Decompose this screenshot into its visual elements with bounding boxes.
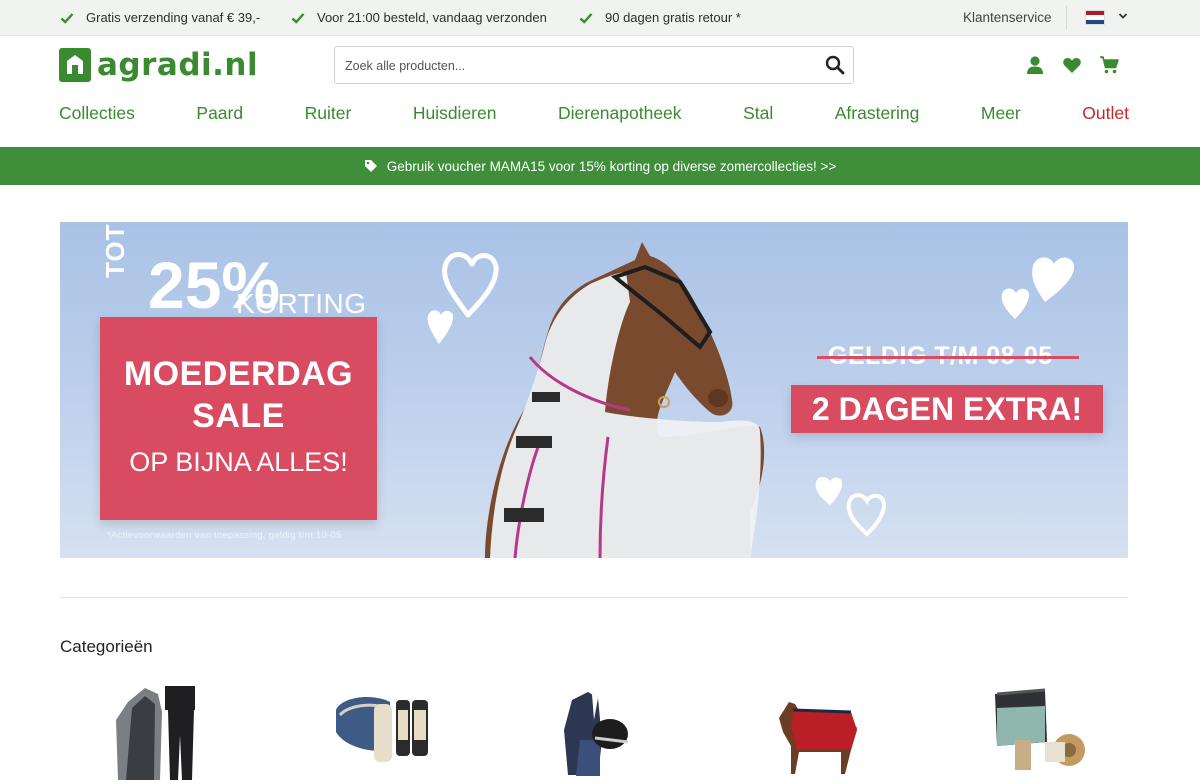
account-icon[interactable] — [1025, 55, 1045, 75]
sale-title-line2: SALE — [192, 397, 285, 435]
hero-tot: TOT — [100, 223, 130, 278]
sale-box: MOEDERDAG SALE OP BIJNA ALLES! — [100, 317, 377, 520]
usp-label: Voor 21:00 besteld, vandaag verzonden — [317, 10, 547, 25]
heart-icon — [442, 252, 499, 318]
tag-icon — [364, 160, 377, 172]
check-icon — [291, 12, 305, 24]
nav-item-ruiter[interactable]: Ruiter — [305, 103, 352, 127]
hero-korting: KORTING — [236, 288, 367, 319]
usp-item: 90 dagen gratis retour * — [579, 10, 741, 25]
sale-subtitle: OP BIJNA ALLES! — [129, 447, 348, 477]
nav-item-paard[interactable]: Paard — [196, 103, 243, 127]
heart-icon — [846, 493, 886, 537]
check-icon — [60, 12, 74, 24]
strikethrough-line — [817, 356, 1079, 359]
stable-supplies-icon[interactable] — [985, 680, 1095, 780]
categories-title: Categorieën — [60, 637, 153, 656]
nav-item-collecties[interactable]: Collecties — [59, 103, 135, 127]
divider — [1066, 6, 1067, 30]
logo[interactable]: agradi.nl — [59, 47, 258, 83]
chevron-down-icon[interactable] — [1118, 11, 1128, 21]
sale-title-line1: MOEDERDAG — [123, 355, 354, 393]
nl-flag-icon[interactable] — [1085, 10, 1105, 25]
check-icon — [579, 12, 593, 24]
main-nav: Collecties Paard Ruiter Huisdieren Diere… — [59, 103, 1129, 127]
search-box — [334, 46, 854, 84]
cart-icon[interactable] — [1099, 55, 1119, 75]
usp-label: 90 dagen gratis retour * — [605, 10, 741, 25]
nav-item-afrastering[interactable]: Afrastering — [835, 103, 920, 127]
hero-footnote: *Actievoorwaarden van toepassing, geldig… — [107, 530, 342, 541]
heart-icon[interactable] — [1062, 55, 1082, 75]
heart-icon — [427, 310, 454, 344]
nav-item-outlet[interactable]: Outlet — [1082, 103, 1129, 127]
horse-blanket-icon[interactable] — [765, 680, 875, 780]
logo-text: agradi.nl — [97, 46, 259, 83]
logo-icon — [59, 48, 91, 82]
rider-jacket-icon[interactable] — [550, 680, 660, 780]
saddle-pad-icon[interactable] — [330, 680, 440, 780]
hero-extra-badge: 2 DAGEN EXTRA! — [791, 385, 1103, 433]
search-icon[interactable] — [825, 55, 845, 75]
search-input[interactable] — [345, 56, 805, 76]
usp-item: Voor 21:00 besteld, vandaag verzonden — [291, 10, 547, 25]
heart-icon — [1032, 257, 1075, 302]
nav-item-dierenapotheek[interactable]: Dierenapotheek — [558, 103, 682, 127]
horse-illustration — [485, 242, 765, 558]
voucher-text: Gebruik voucher MAMA15 voor 15% korting … — [386, 158, 837, 174]
usp-label: Gratis verzending vanaf € 39,- — [86, 10, 261, 25]
nav-item-stal[interactable]: Stal — [743, 103, 773, 127]
heart-icon — [815, 476, 843, 505]
usp-bar: Gratis verzending vanaf € 39,- Voor 21:0… — [0, 0, 1200, 36]
clothing-icon[interactable] — [110, 680, 220, 780]
hero-banner[interactable]: TOT 25% KORTING MOEDERDAG SALE OP BIJNA … — [60, 222, 1128, 558]
section-divider — [60, 597, 1128, 598]
usp-item: Gratis verzending vanaf € 39,- — [60, 10, 260, 25]
nav-item-meer[interactable]: Meer — [981, 103, 1021, 127]
heart-icon — [1001, 288, 1030, 319]
nav-item-huisdieren[interactable]: Huisdieren — [413, 103, 497, 127]
customer-service-link[interactable]: Klantenservice — [963, 10, 1052, 25]
voucher-banner[interactable]: Gebruik voucher MAMA15 voor 15% korting … — [0, 147, 1200, 185]
